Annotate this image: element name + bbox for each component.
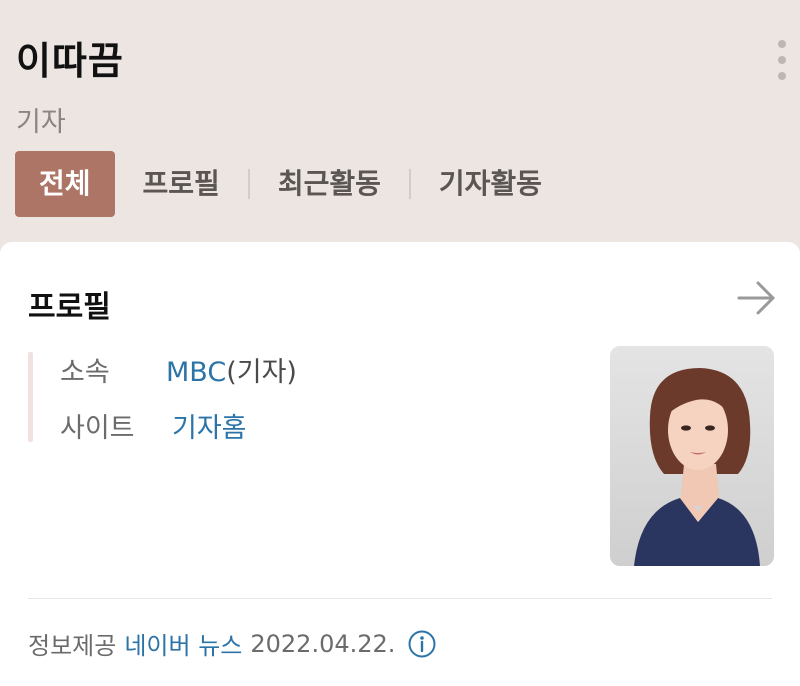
info-accent-bar [28,352,33,442]
more-vertical-icon[interactable] [772,40,792,80]
tab-bar: 전체 프로필 최근활동 기자활동 [15,151,570,217]
site-row: 사이트 기자홈 [60,406,247,445]
reporter-photo[interactable] [610,346,774,566]
tab-profile[interactable]: 프로필 [115,151,248,217]
reporter-name: 이따끔 [16,39,124,83]
affiliation-suffix: (기자) [226,357,297,388]
reporter-role: 기자 [16,107,66,138]
arrow-right-icon[interactable] [736,278,778,318]
profile-card-title[interactable]: 프로필 [28,282,111,326]
info-provider: 정보제공 네이버 뉴스 2022.04.22. [28,626,437,661]
affiliation-label: 소속 [60,357,110,388]
profile-header: 이따끔 기자 전체 프로필 최근활동 기자활동 [0,0,800,242]
tab-all[interactable]: 전체 [15,151,115,217]
site-link[interactable]: 기자홈 [172,413,247,444]
provider-link[interactable]: 네이버 뉴스 [124,626,242,661]
tab-reporter-activity[interactable]: 기자활동 [411,151,570,217]
update-date: 2022.04.22. [250,629,396,658]
site-label: 사이트 [60,413,135,444]
more-dot [778,72,786,80]
tab-recent-activity[interactable]: 최근활동 [250,151,409,217]
more-dot [778,56,786,64]
info-icon[interactable] [407,629,437,659]
footer-divider [28,598,772,599]
provider-label: 정보제공 [28,632,117,660]
affiliation-row: 소속 MBC(기자) [60,350,297,389]
profile-card: 프로필 소속 MBC(기자) 사이트 기자홈 정보제공 네이버 뉴스 2022.… [0,242,800,686]
more-dot [778,40,786,48]
affiliation-link[interactable]: MBC [166,357,226,388]
